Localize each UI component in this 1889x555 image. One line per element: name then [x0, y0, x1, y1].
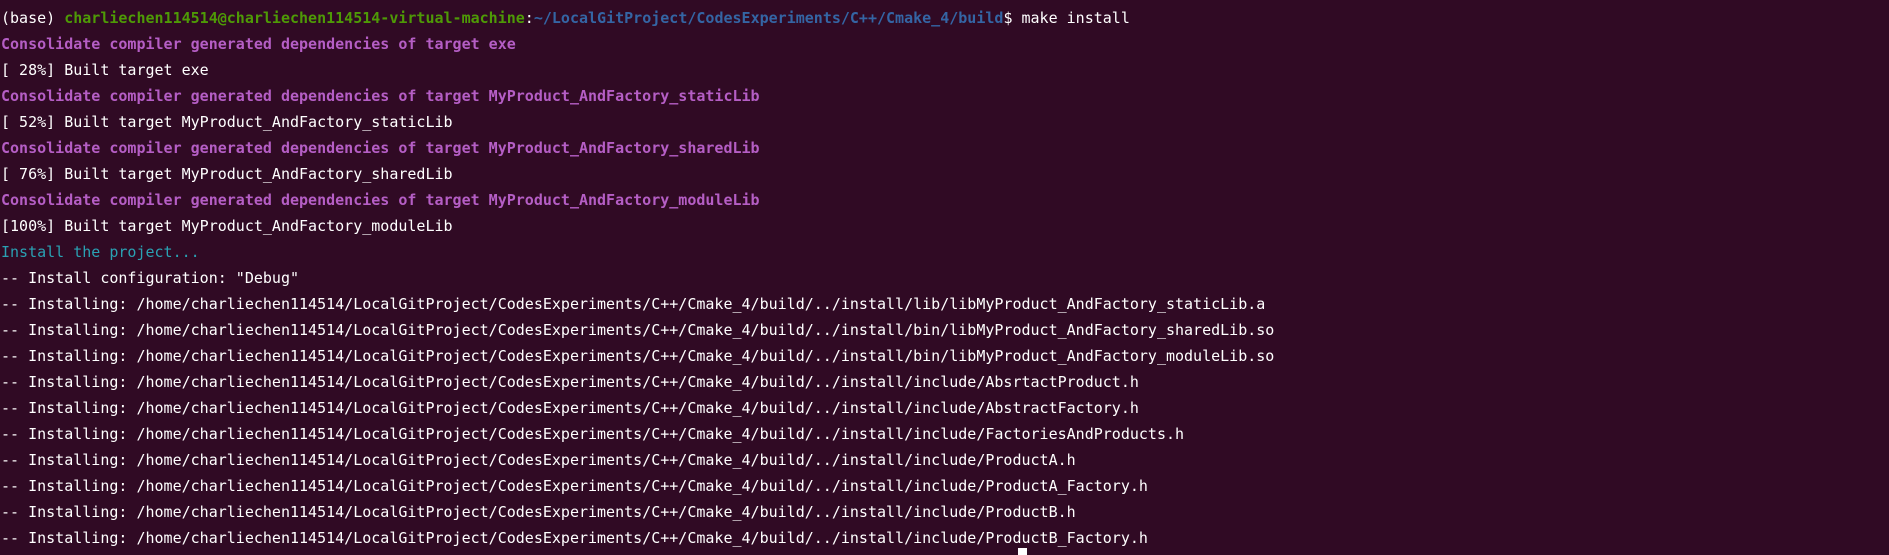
prompt-symbol: $	[1003, 9, 1022, 27]
output-line: Consolidate compiler generated dependenc…	[1, 191, 760, 209]
command-text: make install	[1021, 9, 1130, 27]
output-line: -- Installing: /home/charliechen114514/L…	[1, 321, 1275, 339]
output-line: Consolidate compiler generated dependenc…	[1, 87, 760, 105]
output-line: -- Installing: /home/charliechen114514/L…	[1, 503, 1076, 521]
output-line: [ 52%] Built target MyProduct_AndFactory…	[1, 113, 453, 131]
output-line: Consolidate compiler generated dependenc…	[1, 139, 760, 157]
prompt-path: ~/LocalGitProject/CodesExperiments/C++/C…	[533, 9, 1004, 27]
output-line: -- Installing: /home/charliechen114514/L…	[1, 451, 1076, 469]
output-line: [100%] Built target MyProduct_AndFactory…	[1, 217, 453, 235]
output-line: -- Installing: /home/charliechen114514/L…	[1, 399, 1139, 417]
prompt-env: (base)	[1, 9, 65, 27]
output-line: -- Installing: /home/charliechen114514/L…	[1, 373, 1139, 391]
output-line: -- Installing: /home/charliechen114514/L…	[1, 529, 1148, 547]
output-line: -- Installing: /home/charliechen114514/L…	[1, 347, 1275, 365]
output-line: [ 28%] Built target exe	[1, 61, 209, 79]
output-line: Consolidate compiler generated dependenc…	[1, 35, 516, 53]
output-line: -- Installing: /home/charliechen114514/L…	[1, 425, 1185, 443]
output-line: -- Install configuration: "Debug"	[1, 269, 300, 287]
output-line: -- Installing: /home/charliechen114514/L…	[1, 477, 1148, 495]
output-line: [ 76%] Built target MyProduct_AndFactory…	[1, 165, 453, 183]
output-line: -- Installing: /home/charliechen114514/L…	[1, 295, 1266, 313]
text-cursor	[1018, 548, 1027, 555]
terminal-window[interactable]: (base) charliechen114514@charliechen1145…	[0, 0, 1889, 555]
prompt-separator: :	[524, 9, 534, 27]
output-line: Install the project...	[1, 243, 200, 261]
prompt-user-host: charliechen114514@charliechen114514-virt…	[64, 9, 525, 27]
prompt-line: (base) charliechen114514@charliechen1145…	[0, 5, 1889, 31]
